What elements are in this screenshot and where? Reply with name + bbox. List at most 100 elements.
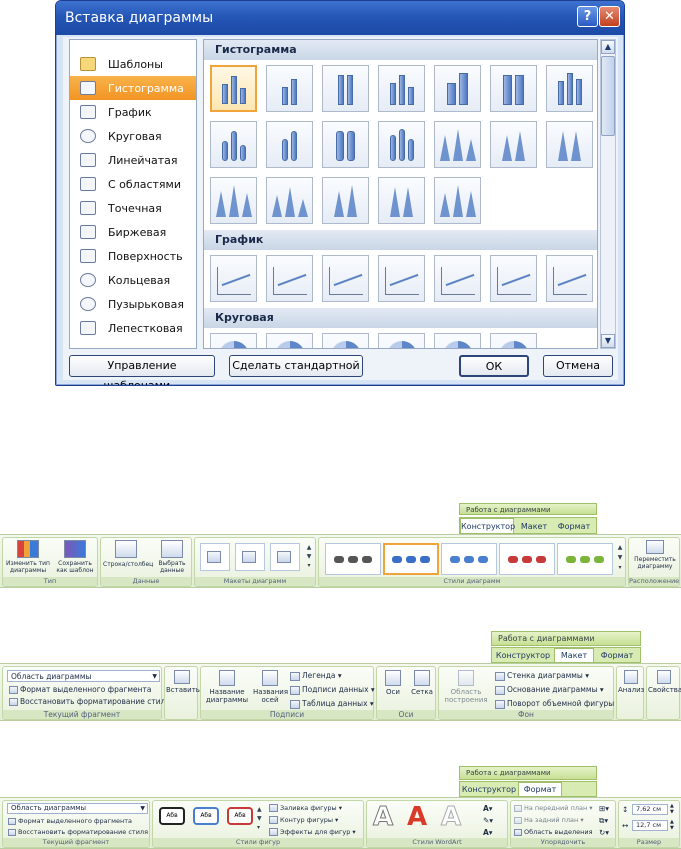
chart-type-stock[interactable]: Биржевая: [70, 220, 196, 244]
bring-forward-button[interactable]: На передний план ▾: [514, 804, 593, 813]
align-icon[interactable]: ⊞▾: [599, 804, 609, 813]
scroll-down-icon[interactable]: ▼: [601, 334, 615, 348]
subtype-exploded-pie[interactable]: [378, 333, 425, 348]
subtype-100-stacked-column[interactable]: [322, 65, 369, 112]
analysis-button[interactable]: Анализ: [618, 670, 644, 695]
height-stepper[interactable]: ▲ ▼: [670, 803, 674, 815]
text-outline-icon[interactable]: ✎▾: [483, 816, 493, 825]
subtype-stacked-column[interactable]: [266, 65, 313, 112]
group-objects-icon[interactable]: ⧉▾: [599, 816, 608, 825]
subtype-stacked-line-markers[interactable]: [434, 255, 481, 302]
subtype-100-stacked-cylinder[interactable]: [322, 121, 369, 168]
gridlines-button[interactable]: Сетка: [408, 670, 436, 697]
chart-type-line[interactable]: График: [70, 100, 196, 124]
subtype-clustered-cone[interactable]: [434, 121, 481, 168]
save-template-button[interactable]: Сохранить как шаблон: [53, 540, 97, 574]
format-selection-button[interactable]: Формат выделенного фрагмента: [9, 685, 152, 694]
height-input[interactable]: 7,62 см: [632, 804, 668, 815]
style-3[interactable]: [441, 543, 497, 575]
wordart-style-2[interactable]: A: [407, 801, 427, 833]
help-button[interactable]: ?: [577, 6, 598, 27]
plot-area-button[interactable]: Область построения: [442, 670, 490, 704]
shape-styles-more-icon[interactable]: ▲ ▼ ▾: [257, 805, 265, 832]
tab-konstruktor[interactable]: Конструктор: [492, 648, 554, 662]
shape-style-2[interactable]: Абв: [193, 807, 219, 825]
data-table-button[interactable]: Таблица данных ▾: [290, 699, 374, 709]
tab-maket[interactable]: Макет: [554, 648, 594, 662]
manage-templates-button[interactable]: Управление шаблонами...: [69, 355, 215, 385]
style-5[interactable]: [557, 543, 613, 575]
chart-type-bar[interactable]: Линейчатая: [70, 148, 196, 172]
chart-type-radar[interactable]: Лепестковая: [70, 316, 196, 340]
layout-2[interactable]: [235, 543, 265, 571]
subtype-3d-pie[interactable]: [266, 333, 313, 348]
move-chart-button[interactable]: Переместить диаграмму: [631, 540, 679, 570]
reset-style-button[interactable]: Восстановить форматирование стиля: [9, 697, 170, 706]
shape-style-3[interactable]: Абв: [227, 807, 253, 825]
tab-format[interactable]: Формат: [518, 782, 562, 796]
subtype-100-stacked-line[interactable]: [322, 255, 369, 302]
properties-button[interactable]: Свойства: [648, 670, 681, 695]
subtype-3d-column[interactable]: [546, 65, 593, 112]
subtype-clustered-column[interactable]: [210, 65, 257, 112]
chart-floor-button[interactable]: Основание диаграммы ▾: [495, 685, 604, 695]
cancel-button[interactable]: Отмена: [543, 355, 613, 377]
tab-maket[interactable]: Макет: [514, 518, 554, 533]
subtype-bar-of-pie[interactable]: [490, 333, 537, 348]
axes-button[interactable]: Оси: [379, 670, 407, 697]
chart-type-bubble[interactable]: Пузырьковая: [70, 292, 196, 316]
subtype-stacked-cylinder[interactable]: [266, 121, 313, 168]
text-fill-icon[interactable]: A▾: [483, 804, 493, 813]
send-backward-button[interactable]: На задний план ▾: [514, 816, 584, 825]
subtype-pie-of-pie[interactable]: [322, 333, 369, 348]
gallery-scrollbar[interactable]: ▲ ▼: [600, 39, 616, 349]
layout-3[interactable]: [270, 543, 300, 571]
subtype-3d-stacked-column[interactable]: [434, 65, 481, 112]
axis-titles-button[interactable]: Названия осей: [253, 670, 288, 704]
width-stepper[interactable]: ▲ ▼: [670, 819, 674, 831]
tab-format[interactable]: Формат: [554, 518, 594, 533]
tab-format[interactable]: Формат: [594, 648, 640, 662]
scroll-up-icon[interactable]: ▲: [601, 40, 615, 54]
scroll-thumb[interactable]: [601, 56, 615, 136]
close-button[interactable]: ✕: [599, 6, 620, 27]
subtype-3d-clustered-column[interactable]: [378, 65, 425, 112]
shape-outline-button[interactable]: Контур фигуры ▾: [269, 816, 338, 825]
chart-type-templates[interactable]: Шаблоны: [70, 52, 196, 76]
chart-type-column[interactable]: Гистограмма: [70, 76, 196, 100]
wordart-style-3[interactable]: A: [440, 801, 461, 833]
change-type-button[interactable]: Изменить тип диаграммы: [6, 540, 50, 574]
chart-type-scatter[interactable]: Точечная: [70, 196, 196, 220]
subtype-3d-cylinder[interactable]: [378, 121, 425, 168]
subtype-100-stacked-line-markers[interactable]: [490, 255, 537, 302]
subtype-3d-exploded-pie[interactable]: [434, 333, 481, 348]
subtype-line-markers[interactable]: [378, 255, 425, 302]
style-1[interactable]: [325, 543, 381, 575]
ok-button[interactable]: ОК: [459, 355, 529, 377]
legend-button[interactable]: Легенда ▾: [290, 671, 342, 681]
subtype-3d-100-stacked-column[interactable]: [490, 65, 537, 112]
subtype-pie[interactable]: [210, 333, 257, 348]
layout-1[interactable]: [200, 543, 230, 571]
insert-button[interactable]: Вставить: [166, 670, 200, 695]
layouts-more-icon[interactable]: ▲ ▼ ▾: [304, 543, 314, 571]
rotate-icon[interactable]: ↻▾: [599, 828, 609, 837]
chart-title-button[interactable]: Название диаграммы: [204, 670, 250, 704]
subtype-stacked-line[interactable]: [266, 255, 313, 302]
chart-type-area[interactable]: С областями: [70, 172, 196, 196]
style-2[interactable]: [383, 543, 439, 575]
subtype-clustered-pyramid[interactable]: [266, 177, 313, 224]
chart-wall-button[interactable]: Стенка диаграммы ▾: [495, 671, 589, 681]
subtype-clustered-cylinder[interactable]: [210, 121, 257, 168]
tab-konstruktor[interactable]: Конструктор: [460, 782, 518, 796]
chart-type-pie[interactable]: Круговая: [70, 124, 196, 148]
shape-style-1[interactable]: Абв: [159, 807, 185, 825]
shape-effects-button[interactable]: Эффекты для фигур ▾: [269, 828, 356, 837]
format-selection-button-3[interactable]: Формат выделенного фрагмента: [8, 817, 132, 826]
data-labels-button[interactable]: Подписи данных ▾: [290, 685, 375, 695]
subtype-3d-cone[interactable]: [210, 177, 257, 224]
tab-konstruktor[interactable]: Конструктор: [460, 518, 515, 533]
chart-type-doughnut[interactable]: Кольцевая: [70, 268, 196, 292]
subtype-100-stacked-pyramid[interactable]: [378, 177, 425, 224]
set-default-button[interactable]: Сделать стандартной: [229, 355, 363, 377]
